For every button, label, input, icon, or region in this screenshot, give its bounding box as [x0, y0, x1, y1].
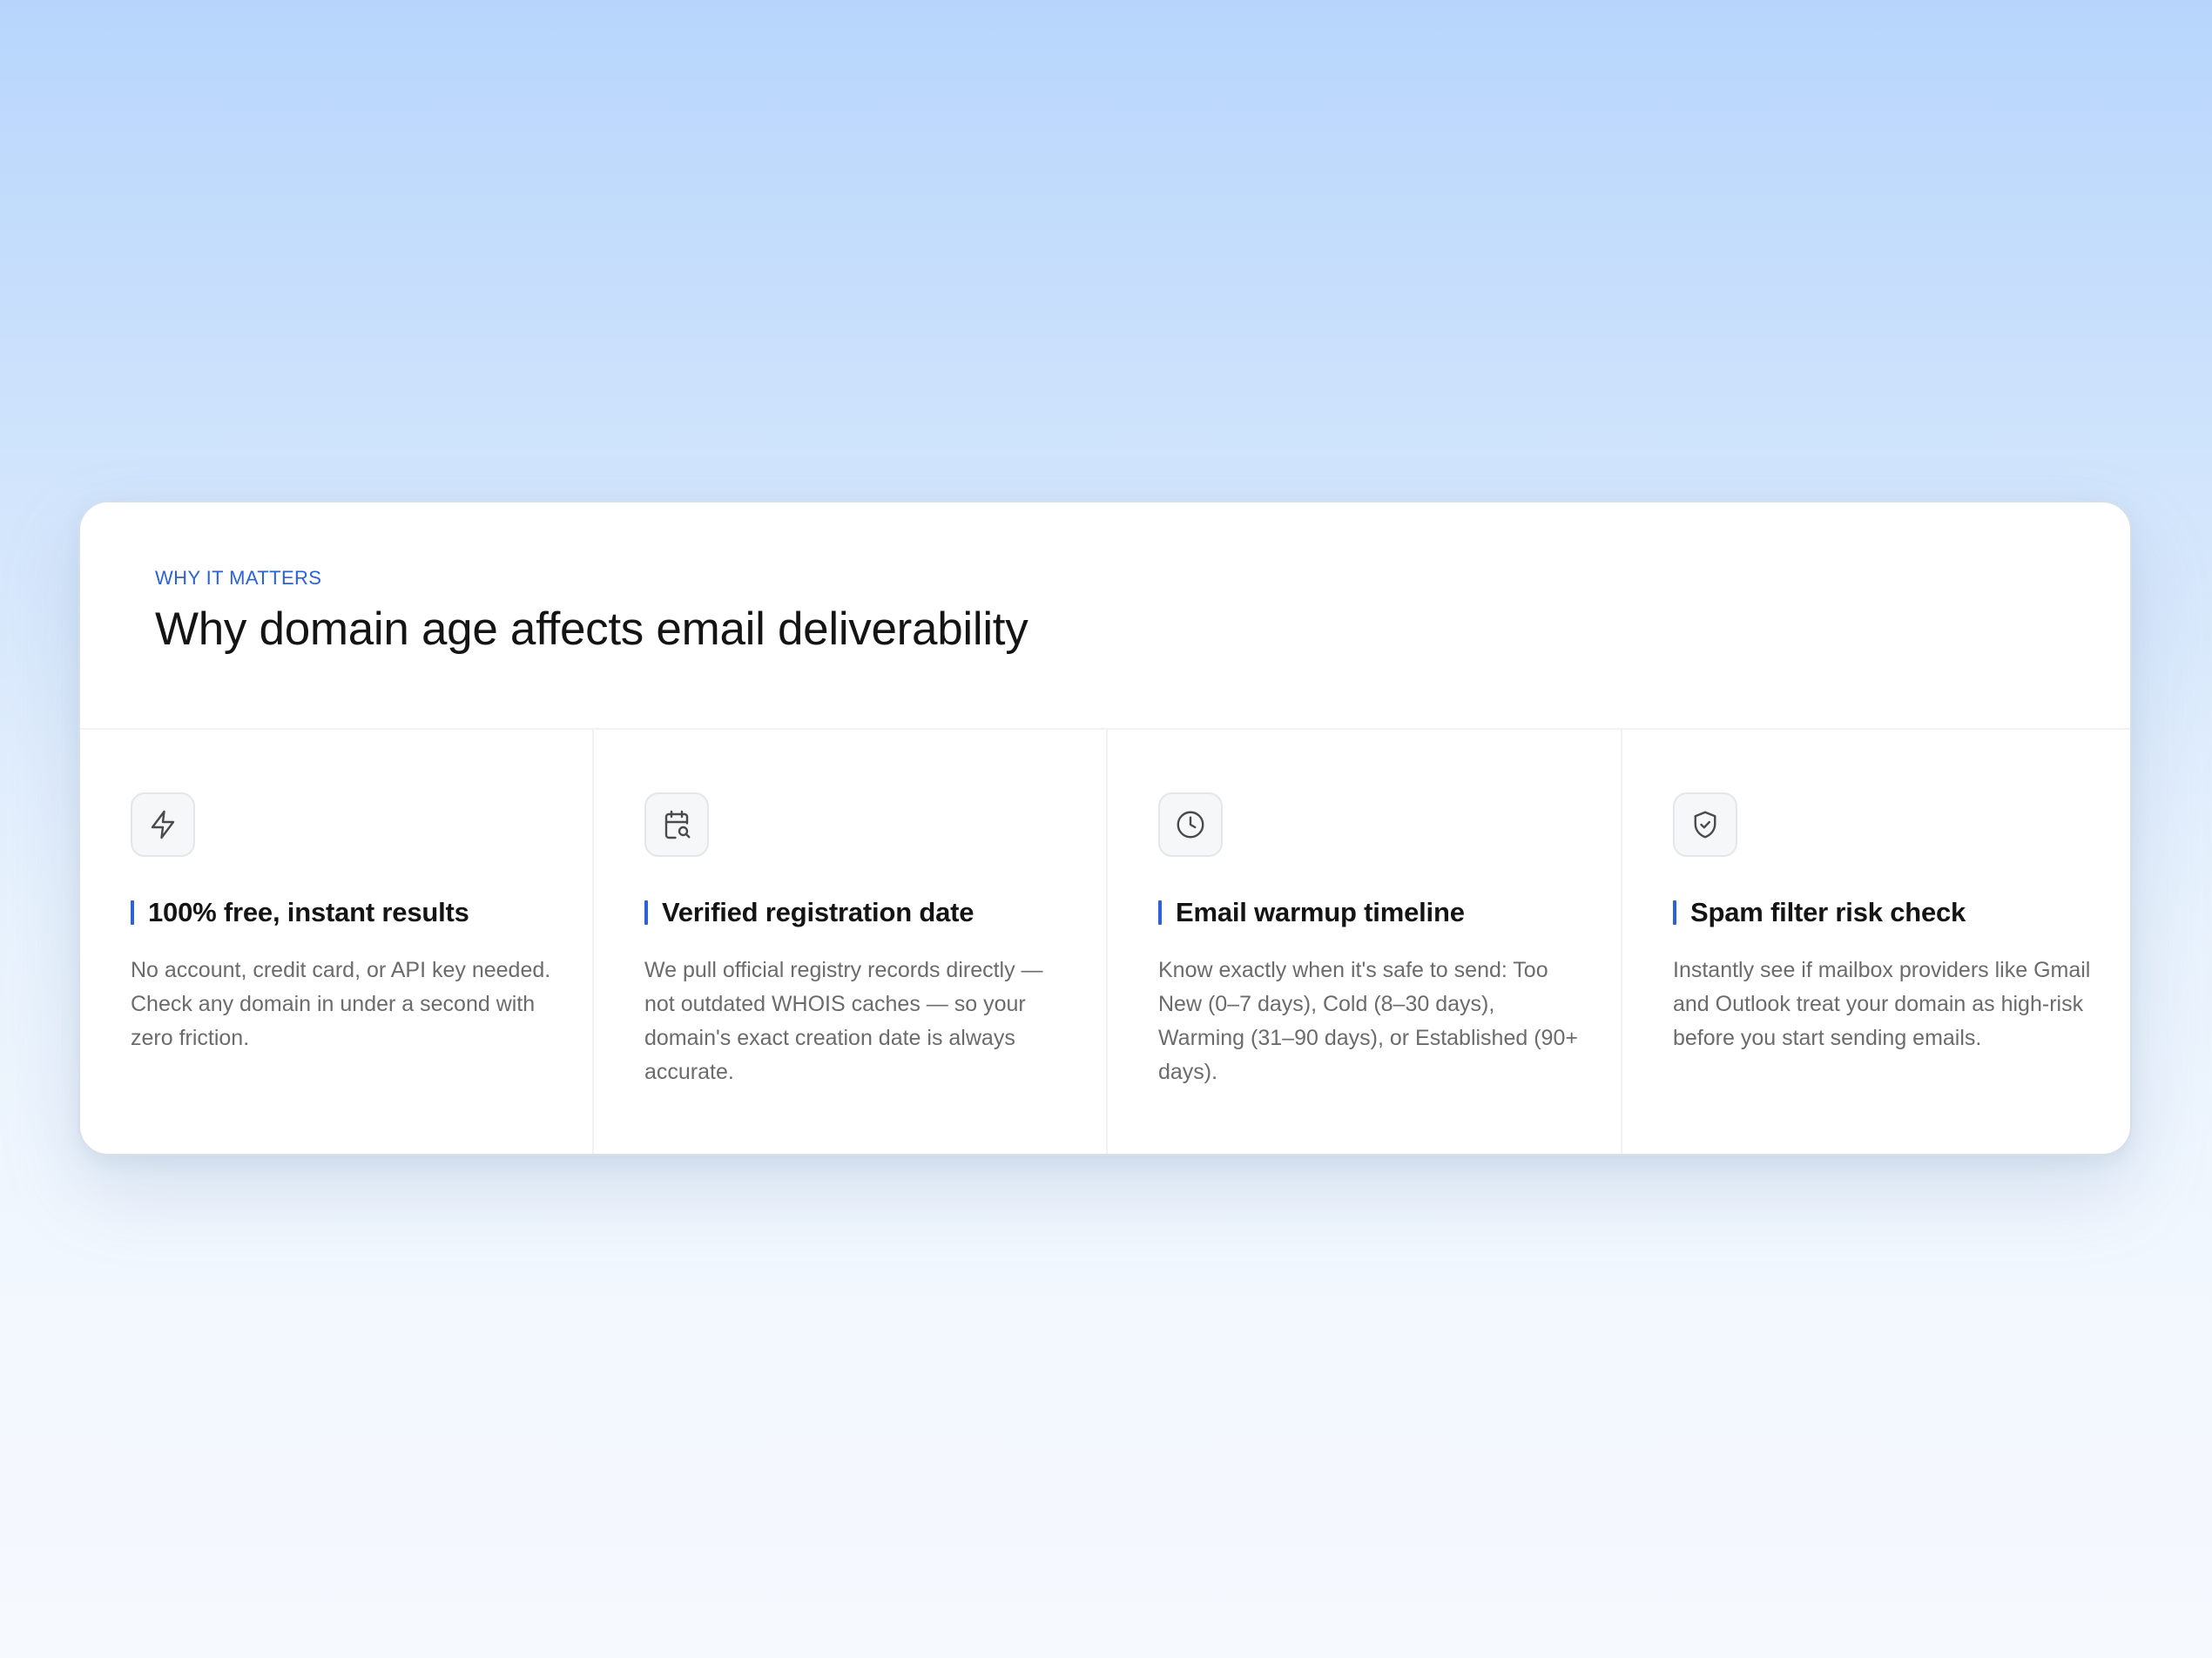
feature-card-registration: Verified registration date We pull offic… [594, 730, 1108, 1154]
section-title: Why domain age affects email deliverabil… [155, 603, 1028, 655]
clock-icon [1158, 792, 1223, 857]
shield-check-icon [1673, 792, 1737, 857]
feature-card-spam: Spam filter risk check Instantly see if … [1622, 730, 2130, 1154]
why-it-matters-card: WHY IT MATTERS Why domain age affects em… [78, 501, 2132, 1156]
feature-description: No account, credit card, or API key need… [131, 958, 551, 1050]
feature-title: Spam filter risk check [1673, 897, 1966, 927]
feature-title-text: Verified registration date [662, 897, 974, 927]
accent-bar [1673, 900, 1676, 925]
lightning-icon [131, 792, 195, 857]
feature-title-text: 100% free, instant results [148, 897, 469, 927]
feature-title-text: Email warmup timeline [1176, 897, 1465, 927]
calendar-search-icon [644, 792, 709, 857]
section-eyebrow: WHY IT MATTERS [155, 567, 322, 589]
feature-description: Know exactly when it's safe to send: Too… [1158, 958, 1578, 1084]
features-grid: 100% free, instant results No account, c… [80, 730, 2130, 1154]
feature-card-free: 100% free, instant results No account, c… [80, 730, 594, 1154]
accent-bar [131, 900, 134, 925]
feature-title: Verified registration date [644, 897, 974, 927]
accent-bar [644, 900, 648, 925]
feature-card-warmup: Email warmup timeline Know exactly when … [1108, 730, 1622, 1154]
accent-bar [1158, 900, 1162, 925]
feature-description: We pull official registry records direct… [644, 958, 1043, 1084]
feature-title: 100% free, instant results [131, 897, 469, 927]
card-header: WHY IT MATTERS Why domain age affects em… [80, 502, 2130, 730]
feature-title: Email warmup timeline [1158, 897, 1465, 927]
feature-description: Instantly see if mailbox providers like … [1673, 958, 2091, 1050]
feature-title-text: Spam filter risk check [1690, 897, 1966, 927]
